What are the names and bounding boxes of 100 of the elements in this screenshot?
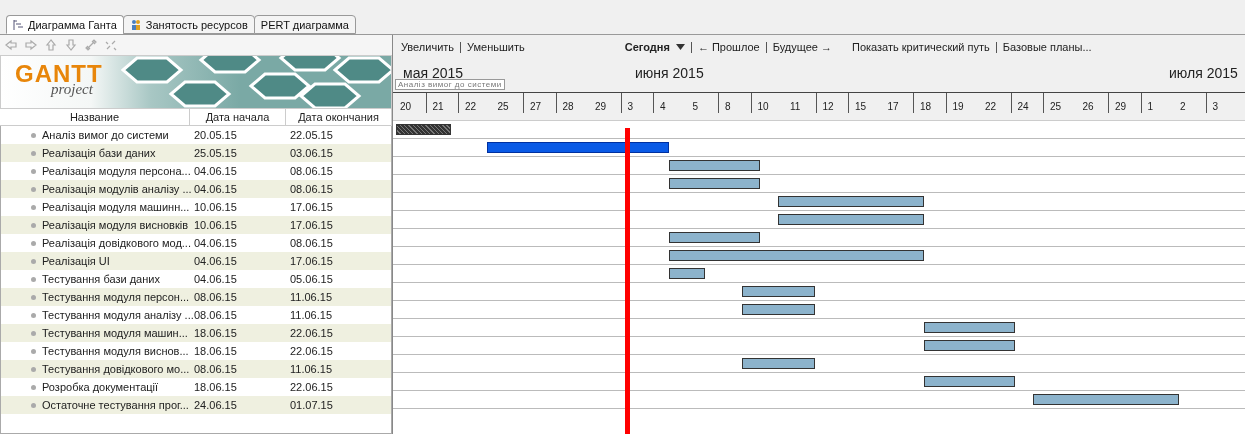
task-name[interactable]: Аналіз вимог до системи bbox=[42, 129, 169, 141]
end-date: 22.05.15 bbox=[289, 129, 334, 141]
task-bullet-icon bbox=[31, 186, 36, 192]
task-bullet-icon bbox=[31, 384, 36, 390]
task-name[interactable]: Тестування модуля персон... bbox=[42, 291, 190, 303]
start-date: 04.06.15 bbox=[193, 273, 238, 285]
end-date: 22.06.15 bbox=[289, 381, 334, 393]
task-bar[interactable] bbox=[669, 232, 760, 243]
task-bar[interactable] bbox=[923, 322, 1015, 333]
day-label: 3 bbox=[1205, 93, 1238, 113]
zoom-link[interactable]: Увеличить bbox=[401, 41, 455, 53]
task-bullet-icon bbox=[31, 222, 36, 228]
day-label: 4 bbox=[653, 93, 686, 113]
start-date: 04.06.15 bbox=[193, 237, 238, 249]
task-bar[interactable] bbox=[669, 160, 760, 171]
start-date: 24.06.15 bbox=[193, 399, 238, 411]
task-name[interactable]: Тестування бази даних bbox=[42, 273, 160, 285]
start-date: 04.06.15 bbox=[193, 165, 238, 177]
task-name[interactable]: Реалізація модулів аналізу ... bbox=[42, 183, 192, 195]
day-label: 25 bbox=[496, 100, 510, 113]
task-bullet-icon bbox=[31, 330, 36, 336]
day-label: 10 bbox=[750, 93, 783, 113]
day-label: 27 bbox=[523, 93, 556, 113]
start-date: 18.06.15 bbox=[193, 381, 238, 393]
day-label: 3 bbox=[620, 93, 653, 113]
zoom-link[interactable]: Уменьшить bbox=[467, 41, 525, 53]
toolbar-link[interactable]: Показать критический путь bbox=[851, 41, 990, 53]
task-bar[interactable] bbox=[741, 286, 815, 297]
task-name[interactable]: Тестування довідкового мо... bbox=[42, 363, 190, 375]
task-name[interactable]: Тестування модуля аналізу ... bbox=[42, 309, 194, 321]
column-header[interactable]: Дата начала bbox=[190, 109, 286, 125]
start-date: 08.06.15 bbox=[193, 291, 238, 303]
task-bullet-icon bbox=[31, 402, 36, 408]
end-date: 03.06.15 bbox=[289, 147, 334, 159]
task-bar[interactable] bbox=[669, 268, 706, 279]
column-header[interactable]: Дата окончания bbox=[286, 109, 392, 125]
tab[interactable]: PERT диаграмма bbox=[253, 15, 356, 34]
task-bullet-icon bbox=[31, 240, 36, 246]
today-link[interactable]: Сегодня bbox=[624, 41, 670, 53]
day-label: 22 bbox=[984, 100, 998, 113]
task-bar[interactable] bbox=[923, 376, 1015, 387]
task-name[interactable]: Реалізація модуля персона... bbox=[42, 165, 191, 177]
day-label: 24 bbox=[1010, 93, 1043, 113]
task-bullet-icon bbox=[31, 258, 36, 264]
task-bar[interactable] bbox=[778, 196, 924, 207]
task-name[interactable]: Тестування модуля машин... bbox=[42, 327, 188, 339]
task-bullet-icon bbox=[31, 168, 36, 174]
day-label: 26 bbox=[1081, 100, 1095, 113]
start-date: 04.06.15 bbox=[193, 183, 238, 195]
end-date: 22.06.15 bbox=[289, 327, 334, 339]
day-label: 25 bbox=[1043, 93, 1076, 113]
task-bullet-icon bbox=[31, 204, 36, 210]
task-name[interactable]: Розробка документації bbox=[42, 381, 159, 393]
end-date: 17.06.15 bbox=[289, 201, 334, 213]
column-header[interactable]: Название bbox=[0, 109, 190, 125]
day-label: 2 bbox=[1179, 100, 1187, 113]
gantt-icon bbox=[13, 19, 24, 30]
task-bar[interactable] bbox=[741, 358, 815, 369]
navigation-link[interactable]: ← Прошлое bbox=[697, 41, 760, 53]
task-bar[interactable] bbox=[669, 250, 924, 261]
day-label: 1 bbox=[1140, 93, 1173, 113]
task-bullet-icon bbox=[31, 366, 36, 372]
task-name[interactable]: Реалізація довідкового мод... bbox=[42, 237, 191, 249]
task-bullet-icon bbox=[31, 276, 36, 282]
day-label: 19 bbox=[945, 93, 978, 113]
day-label: 21 bbox=[425, 93, 458, 113]
task-name[interactable]: Реалізація бази даних bbox=[42, 147, 156, 159]
dropdown-caret-icon[interactable] bbox=[675, 44, 685, 50]
start-date: 25.05.15 bbox=[193, 147, 238, 159]
month-label: мая 2015 bbox=[402, 64, 464, 81]
start-date: 20.05.15 bbox=[193, 129, 238, 141]
day-label: 28 bbox=[555, 93, 588, 113]
end-date: 08.06.15 bbox=[289, 183, 334, 195]
toolbar-link[interactable]: Базовые планы... bbox=[1002, 41, 1092, 53]
task-name[interactable]: Тестування модуля виснов... bbox=[42, 345, 189, 357]
task-bullet-icon bbox=[31, 312, 36, 318]
end-date: 22.06.15 bbox=[289, 345, 334, 357]
task-bar[interactable] bbox=[923, 340, 1015, 351]
start-date: 18.06.15 bbox=[193, 345, 238, 357]
tab[interactable]: Диаграмма Ганта bbox=[6, 15, 124, 34]
day-label: 15 bbox=[848, 93, 881, 113]
task-name[interactable]: Реалізація модуля машинн... bbox=[42, 201, 190, 213]
task-bar[interactable] bbox=[669, 178, 760, 189]
task-tooltip: Аналіз вимог до системи bbox=[395, 79, 505, 90]
task-name[interactable]: Реалізація модуля висновків bbox=[42, 219, 189, 231]
task-bar[interactable] bbox=[778, 214, 924, 225]
start-date: 18.06.15 bbox=[193, 327, 238, 339]
day-label: 29 bbox=[1108, 93, 1141, 113]
navigation-link[interactable]: Будущее → bbox=[772, 41, 832, 53]
task-name[interactable]: Остаточне тестування прог... bbox=[42, 399, 189, 411]
task-bullet-icon bbox=[31, 150, 36, 156]
task-bullet-icon bbox=[31, 348, 36, 354]
task-bar[interactable] bbox=[1033, 394, 1179, 405]
tab[interactable]: Занятость ресурсов bbox=[122, 15, 255, 34]
task-bar[interactable] bbox=[741, 304, 815, 315]
month-label: июля 2015 bbox=[1168, 64, 1238, 81]
task-name[interactable]: Реалізація UI bbox=[42, 255, 110, 267]
day-label: 22 bbox=[458, 93, 491, 113]
end-date: 08.06.15 bbox=[289, 165, 334, 177]
end-date: 11.06.15 bbox=[289, 363, 333, 375]
